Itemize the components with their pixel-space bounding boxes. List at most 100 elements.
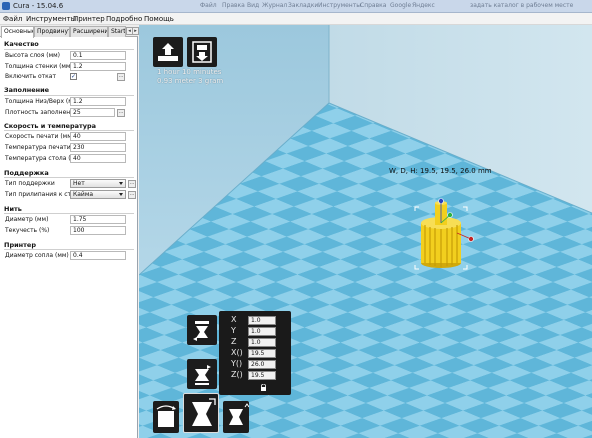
flow-label: Текучесть (%) (5, 227, 50, 234)
scale-panel: X 1.0 Y 1.0 Z 1.0 X() 19.5 Y() 26.0 Z() … (219, 311, 291, 395)
menubar: Файл Инструменты Принтер Подробно Помощь (0, 13, 592, 25)
retraction-checkbox[interactable]: ✓ (70, 73, 77, 80)
ghost-menu-text: Закладки (288, 2, 319, 9)
support-settings-button[interactable]: ... (128, 180, 136, 188)
ghost-menu-text: Журнал (262, 2, 288, 9)
retraction-settings-button[interactable]: ... (117, 73, 125, 81)
ghost-menu-text: Справка (360, 2, 387, 9)
ghost-menu-text: Правка (222, 2, 245, 9)
support-type-label: Тип поддержки (5, 180, 55, 187)
section-divider (4, 49, 134, 50)
rotate-tool-icon (156, 405, 176, 427)
print-speed-label: Скорость печати (мм/с) (5, 133, 80, 140)
scale-x-input[interactable]: 1.0 (248, 316, 276, 325)
size-x-label: X() (231, 348, 243, 357)
section-divider (4, 213, 134, 214)
retraction-label: Включить откат (5, 73, 56, 80)
tab-scroll-right-icon[interactable]: ▸ (132, 27, 139, 35)
section-divider (4, 249, 134, 250)
save-toolpath-icon (192, 41, 212, 63)
filament-diameter-label: Диаметр (мм) (5, 216, 49, 223)
lay-flat-button[interactable] (187, 359, 217, 389)
menu-expert[interactable]: Подробно (104, 14, 144, 24)
adhesion-type-select[interactable]: Кайма (70, 190, 126, 199)
ghost-menu-text: Google (390, 2, 412, 9)
ghost-menu-text: задать каталог в рабочем месте (470, 2, 574, 9)
flow-input[interactable]: 100 (70, 226, 126, 235)
mirror-tool-button[interactable] (223, 401, 249, 433)
menu-printer[interactable]: Принтер (71, 14, 107, 24)
bed-temperature-input[interactable]: 40 (70, 154, 126, 163)
print-speed-input[interactable]: 40 (70, 132, 126, 141)
menu-file[interactable]: Файл (1, 14, 24, 24)
chevron-down-icon (119, 182, 123, 185)
scale-x-label: X (231, 315, 237, 324)
menu-help[interactable]: Помощь (142, 14, 176, 24)
section-heading-quality: Качество (4, 40, 39, 48)
settings-sidebar: Основные Продвинутые Расширения Start ◂ … (0, 25, 139, 438)
settings-tabs: Основные Продвинутые Расширения Start ◂ … (0, 25, 139, 38)
size-z-label: Z() (231, 370, 243, 379)
nozzle-size-label: Диаметр сопла (мм) (5, 252, 69, 259)
bed-temperature-label: Температура стола (C) (5, 155, 78, 162)
tab-plugins[interactable]: Расширения (70, 26, 108, 37)
wall-thickness-label: Толщина стенки (мм) (5, 63, 73, 70)
adhesion-type-value: Кайма (73, 191, 94, 198)
section-heading-speed: Скорость и температура (4, 122, 97, 130)
fill-density-input[interactable]: 25 (70, 108, 115, 117)
chevron-down-icon (119, 193, 123, 196)
ghost-menu-text: Файл (200, 2, 217, 9)
section-divider (4, 177, 134, 178)
load-model-button[interactable] (153, 37, 183, 67)
scale-y-label: Y (231, 326, 236, 335)
size-y-label: Y() (231, 359, 243, 368)
size-z-input[interactable]: 19.5 (248, 371, 276, 380)
scale-tool-button[interactable] (183, 393, 219, 433)
bottom-top-thickness-label: Толщина Низ/Верх (мм) (5, 98, 80, 105)
support-type-select[interactable]: Нет (70, 179, 126, 188)
scale-z-input[interactable]: 1.0 (248, 338, 276, 347)
lock-icon[interactable] (260, 384, 267, 391)
menu-tools[interactable]: Инструменты (24, 14, 78, 24)
layer-height-input[interactable]: 0.1 (70, 51, 126, 60)
filament-diameter-input[interactable]: 1.75 (70, 215, 126, 224)
section-heading-machine: Принтер (4, 241, 36, 249)
tab-basic[interactable]: Основные (1, 26, 34, 38)
ghost-menu-text: Инструменты (318, 2, 361, 9)
adhesion-settings-button[interactable]: ... (128, 191, 136, 199)
print-temperature-input[interactable]: 230 (70, 143, 126, 152)
3d-viewport[interactable]: 1 hour 10 minutes 0.93 meter 3 gram W, D… (139, 25, 592, 438)
scale-tool-icon (192, 398, 216, 426)
window-titlebar: Cura - 15.04.6 Файл Правка Вид Журнал За… (0, 0, 592, 13)
app-icon (2, 2, 10, 10)
mirror-tool-icon (229, 403, 249, 425)
load-model-icon (158, 43, 178, 61)
layer-height-label: Высота слоя (мм) (5, 52, 60, 59)
nozzle-size-input[interactable]: 0.4 (70, 251, 126, 260)
rotate-tool-button[interactable] (153, 401, 179, 433)
filament-usage-text: 0.93 meter 3 gram (157, 77, 224, 85)
window-title: Cura - 15.04.6 (13, 2, 64, 10)
wall-thickness-input[interactable]: 1.2 (70, 62, 126, 71)
bottom-top-thickness-input[interactable]: 1.2 (70, 97, 126, 106)
model-object[interactable] (407, 193, 479, 271)
support-type-value: Нет (73, 180, 85, 187)
section-heading-filament: Нить (4, 205, 22, 213)
fill-density-label: Плотность заполнения (5, 109, 78, 116)
size-x-input[interactable]: 19.5 (248, 349, 276, 358)
ghost-menu-text: Яндекс (412, 2, 435, 9)
tab-advanced[interactable]: Продвинутые (34, 26, 70, 37)
section-divider (4, 130, 134, 131)
size-y-input[interactable]: 26.0 (248, 360, 276, 369)
lay-flat-icon (195, 365, 211, 385)
save-toolpath-button[interactable] (187, 37, 217, 67)
tab-start-end-gcode[interactable]: Start (108, 26, 126, 37)
fill-settings-button[interactable]: ... (117, 109, 125, 117)
reset-transform-icon (193, 321, 209, 341)
scale-z-label: Z (231, 337, 237, 346)
reset-transform-button[interactable] (187, 315, 217, 345)
section-divider (4, 95, 134, 96)
ghost-menu-text: Вид (247, 2, 260, 9)
scale-y-input[interactable]: 1.0 (248, 327, 276, 336)
model-dimensions-text: W, D, H: 19.5, 19.5, 26.0 mm (389, 167, 492, 175)
